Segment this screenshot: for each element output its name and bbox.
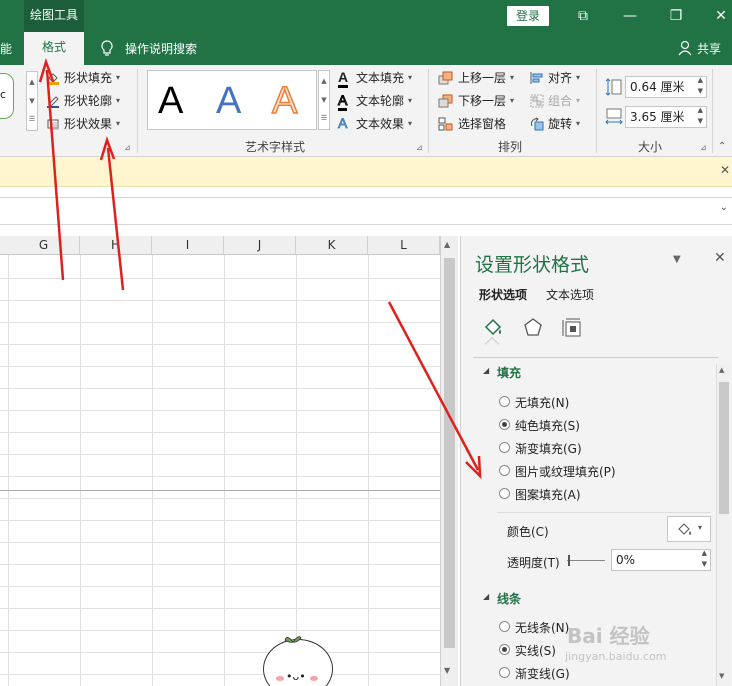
annotation-arrows	[38, 58, 482, 480]
red-arrow-to-shape-effect	[99, 136, 125, 291]
red-arrow-to-format-pane	[387, 301, 482, 480]
red-arrow-to-format-tab	[38, 58, 65, 281]
